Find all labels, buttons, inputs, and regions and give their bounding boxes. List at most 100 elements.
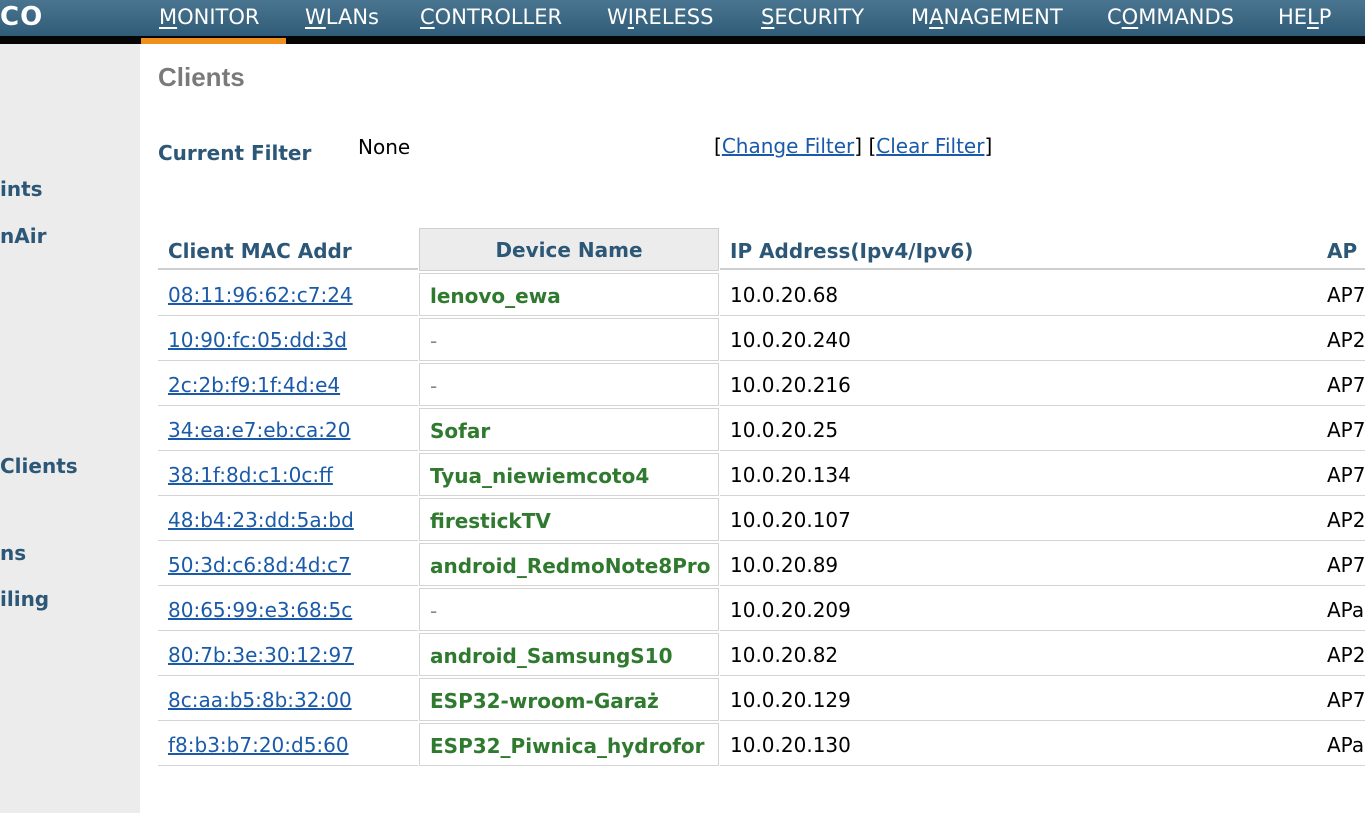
nav-wlans[interactable]: WLANs: [305, 0, 379, 36]
nav-monitor[interactable]: MONITOR: [159, 0, 260, 36]
nav-help-label: P: [1318, 5, 1332, 29]
ap-cell: AP7: [1317, 677, 1365, 721]
sidebar-item-access-points[interactable]: ints: [0, 177, 43, 201]
nav-wlans-label: LANs: [325, 5, 379, 29]
nav-management[interactable]: MANAGEMENT: [911, 0, 1063, 36]
mac-cell: f8:b3:b7:20:d5:60: [158, 722, 418, 766]
table-row: 34:ea:e7:eb:ca:20 Sofar 10.0.20.25 AP7: [158, 407, 1365, 452]
ip-address-cell: 10.0.20.107: [720, 497, 1317, 541]
ip-address-cell: 10.0.20.134: [720, 452, 1317, 496]
client-mac-link[interactable]: 80:7b:3e:30:12:97: [168, 643, 354, 667]
table-row: 2c:2b:f9:1f:4d:e4 - 10.0.20.216 AP7: [158, 362, 1365, 407]
brand-logo: CO: [0, 2, 44, 32]
nav-security-label: ECURITY: [774, 5, 865, 29]
active-tab-indicator: [141, 38, 286, 44]
client-mac-link[interactable]: 50:3d:c6:8d:4d:c7: [168, 553, 351, 577]
mac-cell: 2c:2b:f9:1f:4d:e4: [158, 362, 418, 406]
nav-monitor-accesskey: M: [159, 5, 178, 29]
nav-help-accesskey: L: [1307, 5, 1319, 29]
nav-commands-accesskey: O: [1121, 5, 1139, 29]
ap-cell: AP2: [1317, 632, 1365, 676]
nav-management-prefix: M: [911, 5, 930, 29]
ip-address-cell: 10.0.20.130: [720, 722, 1317, 766]
nav-help-prefix: HE: [1278, 5, 1308, 29]
table-row: 80:65:99:e3:68:5c - 10.0.20.209 APa: [158, 587, 1365, 632]
ip-address-cell: 10.0.20.216: [720, 362, 1317, 406]
device-name-cell: lenovo_ewa: [419, 273, 719, 316]
nav-commands[interactable]: COMMANDS: [1107, 0, 1234, 36]
ip-address-cell: 10.0.20.25: [720, 407, 1317, 451]
client-mac-link[interactable]: 38:1f:8d:c1:0c:ff: [168, 463, 333, 487]
table-row: 10:90:fc:05:dd:3d - 10.0.20.240 AP2: [158, 317, 1365, 362]
client-mac-link[interactable]: 80:65:99:e3:68:5c: [168, 598, 352, 622]
nav-monitor-label: ONITOR: [177, 5, 260, 29]
column-header-mac[interactable]: Client MAC Addr: [158, 228, 418, 270]
nav-wireless-label: RELESS: [633, 5, 714, 29]
column-header-ip-address[interactable]: IP Address(Ipv4/Ipv6): [720, 228, 1317, 270]
current-filter-value: None: [358, 135, 411, 159]
mac-cell: 48:b4:23:dd:5a:bd: [158, 497, 418, 541]
client-mac-link[interactable]: 8c:aa:b5:8b:32:00: [168, 688, 352, 712]
ap-cell: AP7: [1317, 272, 1365, 316]
nav-controller[interactable]: CONTROLLER: [420, 0, 562, 36]
sidebar-item-profiling[interactable]: iling: [0, 587, 49, 611]
sidebar-item-cleanair[interactable]: nAir: [0, 224, 46, 248]
table-row: 80:7b:3e:30:12:97 android_SamsungS10 10.…: [158, 632, 1365, 677]
device-name-cell: android_SamsungS10: [419, 633, 719, 676]
table-row: 8c:aa:b5:8b:32:00 ESP32-wroom-Garaż 10.0…: [158, 677, 1365, 722]
ap-cell: AP2: [1317, 497, 1365, 541]
sidebar-item-clients[interactable]: Clients: [0, 454, 78, 478]
device-name-cell: Sofar: [419, 408, 719, 451]
nav-commands-prefix: C: [1107, 5, 1122, 29]
nav-wlans-accesskey: W: [305, 5, 326, 29]
client-mac-link[interactable]: 34:ea:e7:eb:ca:20: [168, 418, 350, 442]
client-mac-link[interactable]: 2c:2b:f9:1f:4d:e4: [168, 373, 340, 397]
ap-cell: APa: [1317, 722, 1365, 766]
left-sidebar: [0, 44, 140, 813]
device-name-cell: Tyua_niewiemcoto4: [419, 453, 719, 496]
ap-cell: AP7: [1317, 362, 1365, 406]
ap-cell: AP7: [1317, 542, 1365, 586]
nav-help[interactable]: HELP: [1278, 0, 1331, 36]
filter-actions: [Change Filter] [Clear Filter]: [714, 134, 993, 158]
ip-address-cell: 10.0.20.68: [720, 272, 1317, 316]
column-header-device-name[interactable]: Device Name: [419, 228, 719, 271]
table-row: 50:3d:c6:8d:4d:c7 android_RedmoNote8Pro …: [158, 542, 1365, 587]
client-mac-link[interactable]: 10:90:fc:05:dd:3d: [168, 328, 347, 352]
clear-filter-link[interactable]: Clear Filter: [876, 134, 984, 158]
nav-security-accesskey: S: [761, 5, 775, 29]
nav-management-label: NAGEMENT: [943, 5, 1063, 29]
nav-wireless-prefix: W: [607, 5, 628, 29]
table-row: 08:11:96:62:c7:24 lenovo_ewa 10.0.20.68 …: [158, 272, 1365, 317]
table-row: f8:b3:b7:20:d5:60 ESP32_Piwnica_hydrofor…: [158, 722, 1365, 767]
ip-address-cell: 10.0.20.82: [720, 632, 1317, 676]
client-mac-link[interactable]: 08:11:96:62:c7:24: [168, 283, 353, 307]
device-name-cell: -: [419, 588, 719, 631]
mac-cell: 8c:aa:b5:8b:32:00: [158, 677, 418, 721]
nav-controller-accesskey: C: [420, 5, 435, 29]
nav-wireless[interactable]: WIRELESS: [607, 0, 713, 36]
device-name-cell: ESP32_Piwnica_hydrofor: [419, 723, 719, 766]
mac-cell: 50:3d:c6:8d:4d:c7: [158, 542, 418, 586]
device-name-cell: ESP32-wroom-Garaż: [419, 678, 719, 721]
column-header-ap[interactable]: AP: [1317, 228, 1365, 270]
nav-commands-label: MMANDS: [1138, 5, 1235, 29]
ap-cell: APa: [1317, 587, 1365, 631]
mac-cell: 38:1f:8d:c1:0c:ff: [158, 452, 418, 496]
ip-address-cell: 10.0.20.240: [720, 317, 1317, 361]
page-title: Clients: [158, 62, 245, 92]
table-row: 48:b4:23:dd:5a:bd firestickTV 10.0.20.10…: [158, 497, 1365, 542]
mac-cell: 80:65:99:e3:68:5c: [158, 587, 418, 631]
device-name-cell: -: [419, 363, 719, 406]
mac-cell: 34:ea:e7:eb:ca:20: [158, 407, 418, 451]
mac-cell: 08:11:96:62:c7:24: [158, 272, 418, 316]
client-mac-link[interactable]: f8:b3:b7:20:d5:60: [168, 733, 349, 757]
change-filter-link[interactable]: Change Filter: [722, 134, 854, 158]
ip-address-cell: 10.0.20.209: [720, 587, 1317, 631]
ip-address-cell: 10.0.20.89: [720, 542, 1317, 586]
device-name-cell: firestickTV: [419, 498, 719, 541]
client-mac-link[interactable]: 48:b4:23:dd:5a:bd: [168, 508, 354, 532]
nav-security[interactable]: SECURITY: [761, 0, 864, 36]
nav-controller-label: ONTROLLER: [434, 5, 563, 29]
sidebar-item-applications[interactable]: ns: [0, 541, 26, 565]
